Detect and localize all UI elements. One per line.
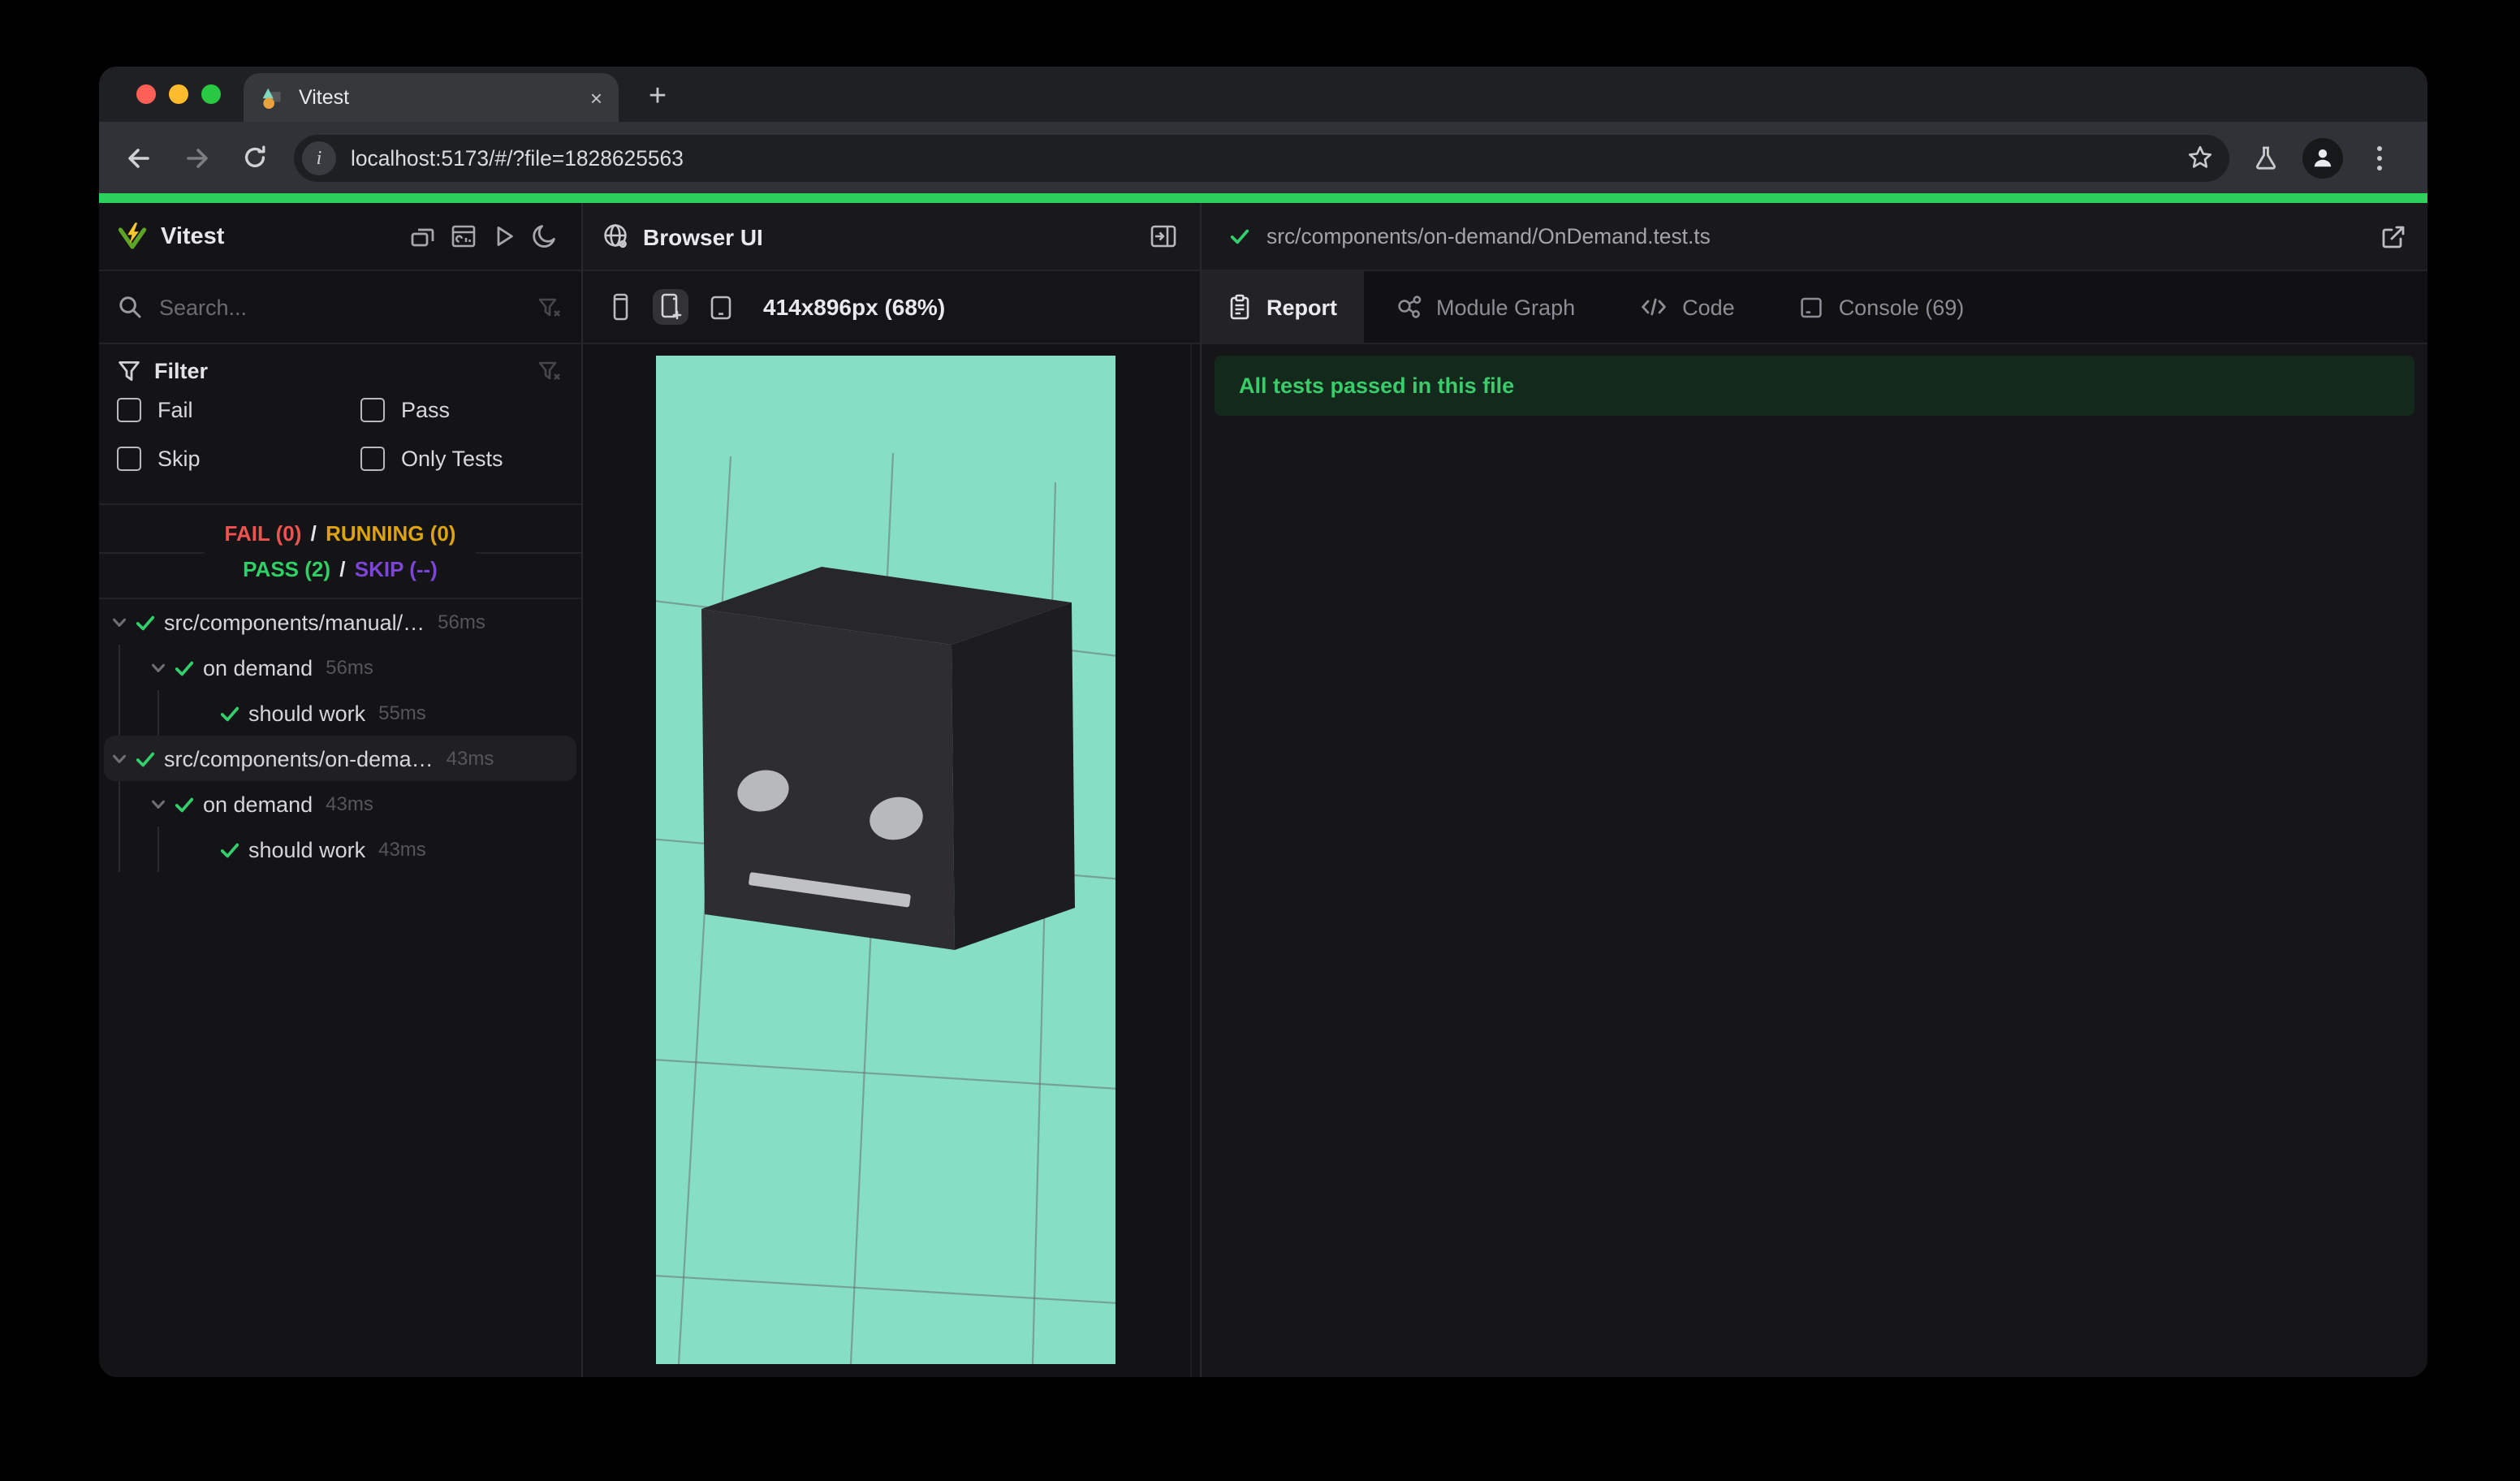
bookmark-star-icon[interactable] xyxy=(2187,145,2213,171)
checkbox-pass[interactable]: Pass xyxy=(360,398,450,422)
checkbox-fail[interactable]: Fail xyxy=(117,398,193,422)
test-tree: src/components/manual/… 56ms on demand 5… xyxy=(99,599,581,1377)
all-tests-passed-banner: All tests passed in this file xyxy=(1215,356,2414,416)
profile-avatar[interactable] xyxy=(2301,136,2343,179)
summary-line-2: PASS (2) / SKIP (--) xyxy=(243,556,438,581)
tab-strip: Vitest × + xyxy=(99,67,2427,122)
back-icon[interactable] xyxy=(119,138,158,177)
chevron-down-icon[interactable] xyxy=(145,791,170,817)
browser-window: Vitest × + i localhost:5173/#/?file=1828… xyxy=(99,67,2427,1377)
zoom-window-button[interactable] xyxy=(201,84,221,104)
device-phone-add-button[interactable] xyxy=(653,289,688,325)
clear-search-filter-icon[interactable] xyxy=(537,295,562,319)
reload-icon[interactable] xyxy=(235,138,274,177)
site-info-icon[interactable]: i xyxy=(302,140,336,175)
vitest-logo-icon xyxy=(117,221,148,252)
tab-console[interactable]: Console (69) xyxy=(1767,271,1997,343)
clear-filters-icon[interactable] xyxy=(537,359,562,383)
tree-suite-row[interactable]: on demand 43ms xyxy=(99,781,581,827)
sidebar-header: Vitest xyxy=(99,203,581,271)
filter-section: Filter Fail Pass Skip Only Tests xyxy=(99,344,581,505)
tree-test-row[interactable]: should work 55ms xyxy=(99,690,581,736)
run-all-icon[interactable] xyxy=(489,222,518,251)
globe-icon xyxy=(602,222,630,250)
indent-guide xyxy=(119,781,120,872)
code-icon xyxy=(1640,296,1668,318)
robot-cube xyxy=(701,567,1075,950)
test-summary: FAIL (0) / RUNNING (0) PASS (2) / SKIP (… xyxy=(99,505,581,599)
viewport-area xyxy=(583,344,1200,1377)
close-window-button[interactable] xyxy=(136,84,156,104)
device-tablet-icon[interactable] xyxy=(703,289,739,325)
tab-report[interactable]: Report xyxy=(1202,271,1363,343)
checkbox-skip[interactable]: Skip xyxy=(117,447,201,471)
open-file-path[interactable]: src/components/on-demand/OnDemand.test.t… xyxy=(1266,224,2380,248)
tested-app-viewport[interactable] xyxy=(656,356,1115,1364)
pass-check-icon xyxy=(216,700,242,726)
experiments-flask-icon[interactable] xyxy=(2244,136,2286,179)
search-row xyxy=(99,271,581,344)
pass-check-icon xyxy=(170,791,196,817)
report-tabs: Report Module Graph Code Console (69) xyxy=(1202,271,2427,344)
address-bar[interactable]: i localhost:5173/#/?file=1828625563 xyxy=(294,134,2229,181)
pass-check-icon xyxy=(170,654,196,680)
collapse-panels-icon[interactable] xyxy=(408,222,437,251)
pass-check-icon xyxy=(132,609,158,635)
browser-tab[interactable]: Vitest × xyxy=(244,73,619,122)
tree-test-row[interactable]: should work 43ms xyxy=(99,827,581,872)
filter-title: Filter xyxy=(154,359,209,383)
summary-line-1: FAIL (0) / RUNNING (0) xyxy=(224,520,456,545)
filter-funnel-icon xyxy=(117,359,141,383)
threejs-scene xyxy=(656,452,1115,1364)
vitest-ui: Vitest Search... Filter Fail Pass Skip O… xyxy=(99,193,2427,1377)
chevron-down-icon[interactable] xyxy=(145,654,170,680)
tab-module-graph[interactable]: Module Graph xyxy=(1363,271,1607,343)
new-tab-button[interactable]: + xyxy=(636,76,679,119)
browser-preview-panel: Browser UI 414x896px (68%) xyxy=(583,203,1202,1377)
checkbox-only-tests[interactable]: Only Tests xyxy=(360,447,503,471)
menu-kebab-icon[interactable] xyxy=(2358,136,2400,179)
pass-check-icon xyxy=(132,745,158,771)
minimize-window-button[interactable] xyxy=(169,84,188,104)
chevron-down-icon[interactable] xyxy=(106,745,132,771)
url-text[interactable]: localhost:5173/#/?file=1828625563 xyxy=(351,145,2187,170)
pass-check-icon xyxy=(216,836,242,862)
run-progress-bar xyxy=(99,193,2427,203)
indent-guide xyxy=(158,827,159,872)
browser-panel-title: Browser UI xyxy=(643,223,763,249)
report-panel: src/components/on-demand/OnDemand.test.t… xyxy=(1202,203,2427,1377)
forward-icon[interactable] xyxy=(177,138,216,177)
search-icon xyxy=(117,294,143,320)
tree-file-row[interactable]: src/components/manual/… 56ms xyxy=(99,599,581,645)
chevron-down-icon[interactable] xyxy=(106,609,132,635)
app-title: Vitest xyxy=(161,223,225,249)
open-in-editor-icon[interactable] xyxy=(2380,223,2406,249)
dashboard-icon[interactable] xyxy=(448,222,477,251)
console-icon xyxy=(1800,295,1824,319)
screenshot-stage: Vitest × + i localhost:5173/#/?file=1828… xyxy=(0,0,2520,1481)
device-toolbar: 414x896px (68%) xyxy=(583,271,1200,344)
module-graph-icon xyxy=(1396,294,1422,320)
report-clipboard-icon xyxy=(1228,294,1252,320)
indent-guide xyxy=(158,690,159,736)
sidebar: Vitest Search... Filter Fail Pass Skip O… xyxy=(99,203,583,1377)
tab-title: Vitest xyxy=(299,86,350,109)
viewport-dimensions: 414x896px (68%) xyxy=(763,294,946,320)
tab-code[interactable]: Code xyxy=(1607,271,1767,343)
dark-mode-moon-icon[interactable] xyxy=(529,222,559,251)
indent-guide xyxy=(119,645,120,736)
scrollbar-gutter xyxy=(1190,344,1192,1377)
browser-toolbar: i localhost:5173/#/?file=1828625563 xyxy=(99,122,2427,193)
tree-suite-row[interactable]: on demand 56ms xyxy=(99,645,581,690)
dock-panel-right-icon[interactable] xyxy=(1150,222,1177,250)
tree-file-row-selected[interactable]: src/components/on-dema… 43ms xyxy=(104,736,576,781)
search-input[interactable] xyxy=(156,293,537,321)
tab-close-icon[interactable]: × xyxy=(590,87,602,108)
device-phone-small-icon[interactable] xyxy=(602,289,638,325)
favicon xyxy=(262,87,281,108)
file-pass-check-icon xyxy=(1226,223,1252,249)
